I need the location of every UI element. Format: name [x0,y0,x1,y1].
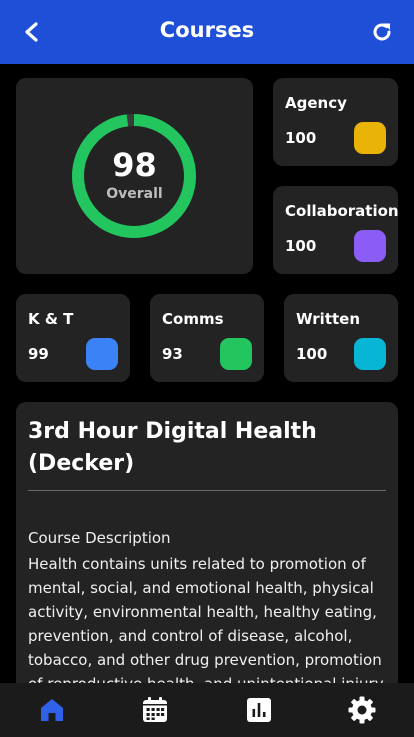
comms-value: 93 [162,345,183,363]
collaboration-color-swatch [354,230,386,262]
home-icon[interactable] [37,695,67,725]
collaboration-label: Collaboration [285,202,399,220]
written-label: Written [296,310,361,328]
written-value: 100 [296,345,328,363]
written-score-card[interactable]: Written 100 [284,294,398,382]
collaboration-score-card[interactable]: Collaboration 100 [273,186,399,274]
agency-value: 100 [285,129,317,147]
agency-score-card[interactable]: Agency 100 [273,78,398,166]
page-title: Courses [159,18,255,42]
kt-label: K & T [28,310,74,328]
written-color-swatch [354,338,386,370]
kt-color-swatch [86,338,118,370]
kt-score-card[interactable]: K & T 99 [16,294,130,382]
course-description-text: Health contains units related to promoti… [28,555,384,693]
refresh-icon[interactable] [370,20,394,44]
collaboration-value: 100 [285,237,317,255]
comms-label: Comms [162,310,224,328]
overall-score-card: 98 Overall [16,78,253,274]
comms-score-card[interactable]: Comms 93 [150,294,264,382]
settings-icon[interactable] [347,695,377,725]
agency-label: Agency [285,94,347,112]
agency-color-swatch [354,122,386,154]
kt-value: 99 [28,345,49,363]
comms-color-swatch [220,338,252,370]
course-title: 3rd Hour Digital Health (Decker) [28,419,317,476]
bar-chart-icon[interactable] [244,695,274,725]
course-description-heading: Course Description [28,529,171,547]
divider [28,490,386,491]
overall-score-value: 98 [112,146,157,184]
bottom-nav-bar [0,683,414,737]
calendar-icon[interactable] [140,695,170,725]
overall-score-label: Overall [106,186,163,202]
header-bar: Courses [0,0,414,64]
